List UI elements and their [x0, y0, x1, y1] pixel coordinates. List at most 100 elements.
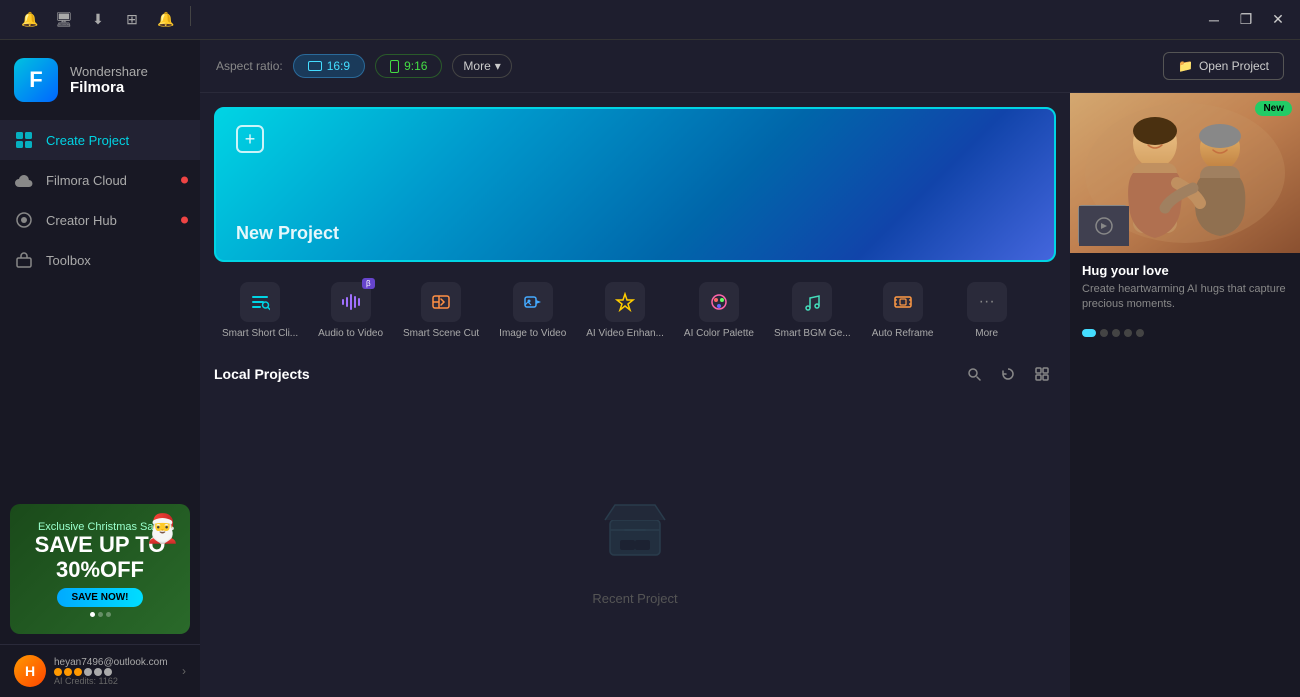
- ai-tool-smart-scene-cut[interactable]: Smart Scene Cut: [395, 272, 487, 350]
- close-button[interactable]: ✕: [1264, 6, 1292, 34]
- nav-label-create: Create Project: [46, 133, 129, 148]
- aspect-16-9-label: 16:9: [327, 59, 350, 73]
- featured-dot-1[interactable]: [1082, 329, 1096, 337]
- ai-video-enhance-icon-wrapper: [605, 282, 645, 322]
- smart-bgm-icon-wrapper: [792, 282, 832, 322]
- new-project-card[interactable]: + New Project: [214, 107, 1056, 262]
- smart-short-clip-icon-wrapper: [240, 282, 280, 322]
- new-badge: New: [1255, 101, 1292, 116]
- open-project-button[interactable]: 📁 Open Project: [1163, 52, 1284, 80]
- ai-tool-image-to-video[interactable]: Image to Video: [491, 272, 574, 350]
- christmas-ad-banner[interactable]: 🎅 Exclusive Christmas Sale SAVE UP TO30%…: [10, 504, 190, 634]
- aspect-ratio-bar: Aspect ratio: 16:9 9:16 More ▾ 📁 Open Pr…: [200, 40, 1300, 93]
- content-split: + New Project: [200, 93, 1300, 697]
- featured-dot-3[interactable]: [1112, 329, 1120, 337]
- product-name: Filmora: [70, 79, 148, 96]
- local-projects-actions: [960, 360, 1056, 388]
- star-6: [104, 668, 112, 676]
- featured-dot-4[interactable]: [1124, 329, 1132, 337]
- smart-scene-cut-icon-wrapper: [421, 282, 461, 322]
- aspect-16-9-button[interactable]: 16:9: [293, 54, 365, 78]
- ad-dot-1: [90, 612, 95, 617]
- smart-scene-cut-icon: [421, 282, 461, 322]
- ai-color-palette-label: AI Color Palette: [684, 328, 754, 340]
- featured-carousel-dots: [1070, 323, 1300, 343]
- sidebar-item-toolbox[interactable]: Toolbox: [0, 240, 200, 280]
- smart-short-clip-icon: [240, 282, 280, 322]
- chevron-down-icon: ▾: [495, 59, 501, 73]
- ai-tool-more[interactable]: ··· More: [947, 272, 1027, 350]
- image-to-video-icon-wrapper: [513, 282, 553, 322]
- featured-card[interactable]: New Hug your love Create heartwarming AI…: [1070, 93, 1300, 343]
- open-project-label: Open Project: [1199, 59, 1269, 73]
- user-stars: [54, 668, 174, 676]
- sidebar-item-filmora-cloud[interactable]: Filmora Cloud: [0, 160, 200, 200]
- user-email: heyan7496@outlook.com: [54, 657, 174, 668]
- featured-thumbnail: [1078, 205, 1128, 245]
- star-4: [84, 668, 92, 676]
- user-arrow-icon: ›: [182, 664, 186, 678]
- ai-tool-ai-video-enhance[interactable]: AI Video Enhan...: [578, 272, 672, 350]
- separator: [190, 6, 191, 26]
- logo-icon: F: [14, 58, 58, 102]
- aspect-9-16-label: 9:16: [404, 59, 427, 73]
- aspect-9-16-button[interactable]: 9:16: [375, 54, 442, 78]
- smart-short-clip-label: Smart Short Cli...: [222, 328, 298, 340]
- ai-tool-smart-bgm[interactable]: Smart BGM Ge...: [766, 272, 859, 350]
- ad-dot-3: [106, 612, 111, 617]
- more-aspect-button[interactable]: More ▾: [452, 54, 511, 78]
- star-2: [64, 668, 72, 676]
- nav-label-cloud: Filmora Cloud: [46, 173, 127, 188]
- sidebar-item-creator-hub[interactable]: Creator Hub: [0, 200, 200, 240]
- ai-tool-auto-reframe[interactable]: Auto Reframe: [863, 272, 943, 350]
- user-credits: AI Credits: 1162: [54, 676, 174, 686]
- nav-label-toolbox: Toolbox: [46, 253, 91, 268]
- smart-bgm-label: Smart BGM Ge...: [774, 328, 851, 340]
- title-bar-system-icons: 🔔 🖥 ⬇ ⊞ 🔔: [16, 6, 195, 34]
- aspect-16-9-icon: [308, 61, 322, 71]
- sidebar: F Wondershare Filmora Create Project: [0, 40, 200, 697]
- notify-icon[interactable]: 🔔: [16, 6, 44, 34]
- image-to-video-label: Image to Video: [499, 328, 566, 340]
- bell-icon[interactable]: 🔔: [152, 6, 180, 34]
- search-projects-button[interactable]: [960, 360, 988, 388]
- empty-label: Recent Project: [592, 591, 677, 606]
- refresh-projects-button[interactable]: [994, 360, 1022, 388]
- featured-image: New: [1070, 93, 1300, 253]
- image-to-video-icon: [513, 282, 553, 322]
- user-profile[interactable]: H heyan7496@outlook.com AI Credits: 1162…: [0, 644, 200, 697]
- star-3: [74, 668, 82, 676]
- apps-icon[interactable]: ⊞: [118, 6, 146, 34]
- auto-reframe-icon: [883, 282, 923, 322]
- download-icon[interactable]: ⬇: [84, 6, 112, 34]
- local-projects-title: Local Projects: [214, 366, 310, 382]
- featured-dot-2[interactable]: [1100, 329, 1108, 337]
- featured-desc: Create heartwarming AI hugs that capture…: [1082, 282, 1288, 313]
- auto-reframe-label: Auto Reframe: [872, 328, 934, 340]
- nav-label-creator: Creator Hub: [46, 213, 117, 228]
- user-avatar: H: [14, 655, 46, 687]
- featured-title: Hug your love: [1082, 263, 1288, 278]
- create-project-icon: [14, 130, 34, 150]
- smart-bgm-icon: [792, 282, 832, 322]
- ad-save-button[interactable]: SAVE NOW!: [57, 588, 142, 607]
- sidebar-item-create-project[interactable]: Create Project: [0, 120, 200, 160]
- ai-tool-ai-color-palette[interactable]: AI Color Palette: [676, 272, 762, 350]
- auto-reframe-icon-wrapper: [883, 282, 923, 322]
- sidebar-nav: Create Project Filmora Cloud: [0, 120, 200, 494]
- ai-video-enhance-icon: [605, 282, 645, 322]
- desktop-icon[interactable]: 🖥: [50, 6, 78, 34]
- creator-notification-dot: [181, 217, 188, 224]
- grid-view-button[interactable]: [1028, 360, 1056, 388]
- audio-to-video-label: Audio to Video: [318, 328, 383, 340]
- main-content: Aspect ratio: 16:9 9:16 More ▾ 📁 Open Pr…: [200, 40, 1300, 697]
- ai-tool-smart-short-clip[interactable]: Smart Short Cli...: [214, 272, 306, 350]
- ai-tool-audio-to-video[interactable]: β Audio to Video: [310, 272, 391, 350]
- aspect-9-16-icon: [390, 60, 399, 73]
- ai-video-enhance-label: AI Video Enhan...: [586, 328, 664, 340]
- featured-dot-5[interactable]: [1136, 329, 1144, 337]
- ai-color-palette-icon-wrapper: [699, 282, 739, 322]
- minimize-button[interactable]: ─: [1200, 6, 1228, 34]
- app-body: F Wondershare Filmora Create Project: [0, 40, 1300, 697]
- maximize-button[interactable]: ❐: [1232, 6, 1260, 34]
